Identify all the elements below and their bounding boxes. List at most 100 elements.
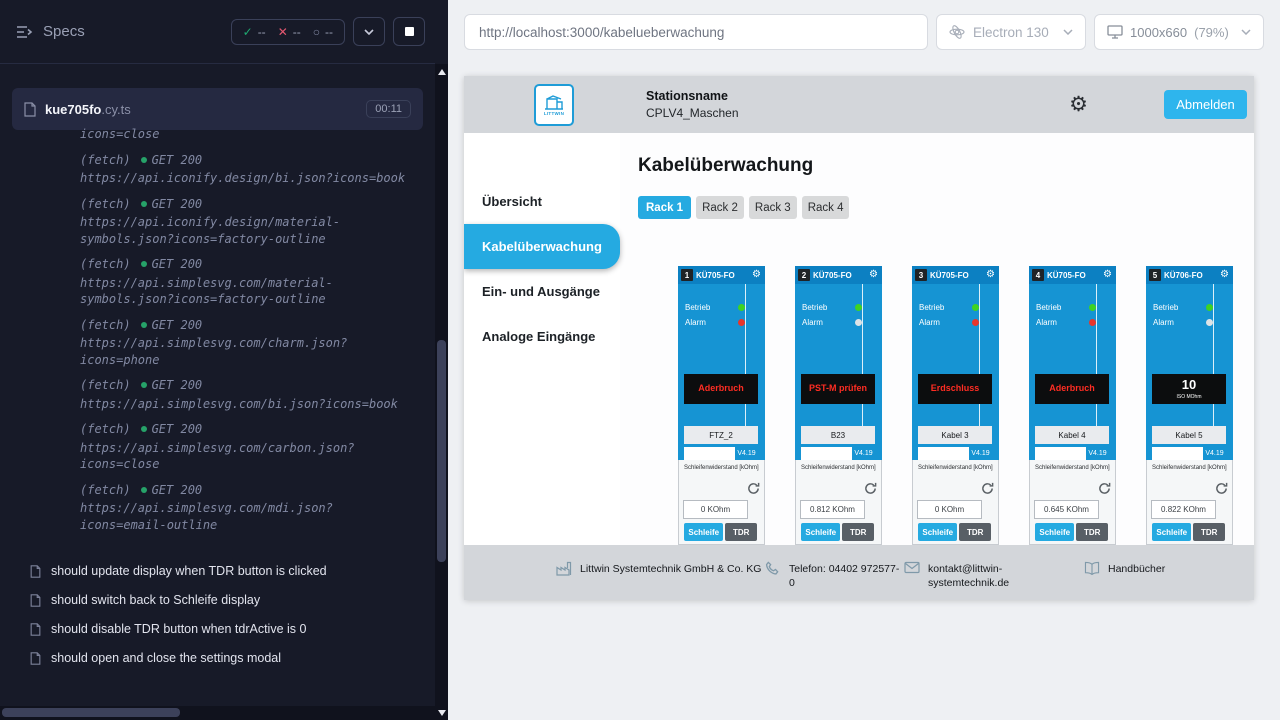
alarm-label: Alarm (919, 318, 940, 327)
sidebar-item-kabel-berwachung[interactable]: Kabelüberwachung (464, 224, 620, 269)
test-title: should switch back to Schleife display (51, 593, 260, 607)
firmware-version: V4.19 (735, 447, 758, 460)
sidebar-item-ein-und-ausg-nge[interactable]: Ein- und Ausgänge (464, 269, 620, 314)
tdr-button[interactable]: TDR (725, 523, 757, 541)
status-unit: ISO MOhm (1176, 394, 1201, 400)
runner-horizontal-scrollbar[interactable] (0, 706, 435, 720)
url-bar[interactable]: http://localhost:3000/kabelueberwachung (464, 14, 928, 50)
refresh-icon[interactable] (1215, 482, 1228, 495)
version-row: V4.19 (801, 447, 875, 460)
test-doc-icon (30, 623, 41, 639)
viewport-size: 1000x660 (1130, 25, 1187, 40)
device-card-1: 1KÜ705-FO⚙BetriebAlarmAderbruchFTZ_2V4.1… (678, 266, 765, 545)
status-display: Aderbruch (684, 374, 758, 404)
device-card-header: 2KÜ705-FO⚙ (795, 266, 882, 284)
measurement-panel: Schleifenwiderstand [kOhm]0 KOhmSchleife… (912, 460, 999, 545)
schleife-button[interactable]: Schleife (684, 523, 723, 541)
scroll-up-arrow-icon[interactable] (438, 69, 446, 75)
test-item[interactable]: should update display when TDR button is… (0, 558, 435, 587)
tdr-button[interactable]: TDR (959, 523, 991, 541)
status-ok-dot-icon (141, 261, 147, 267)
device-settings-gear-icon[interactable]: ⚙ (1220, 270, 1229, 280)
page-title: Kabelüberwachung (638, 155, 1254, 177)
status-display: Aderbruch (1035, 374, 1109, 404)
schleife-button[interactable]: Schleife (1035, 523, 1074, 541)
device-settings-gear-icon[interactable]: ⚙ (752, 270, 761, 280)
stop-button[interactable] (393, 17, 425, 46)
card-button-row: SchleifeTDR (801, 523, 874, 541)
measurement-panel: Schleifenwiderstand [kOhm]0.822 KOhmSchl… (1146, 460, 1233, 545)
settings-gear-icon[interactable]: ⚙ (1069, 94, 1088, 115)
viewport-icon (1107, 25, 1123, 39)
refresh-icon[interactable] (981, 482, 994, 495)
app-main: Kabelüberwachung Rack 1Rack 2Rack 3Rack … (620, 133, 1254, 545)
tab-rack-3[interactable]: Rack 3 (749, 196, 797, 219)
alarm-indicator: Alarm (802, 318, 862, 327)
device-settings-gear-icon[interactable]: ⚙ (869, 270, 878, 280)
browser-selector[interactable]: Electron 130 (936, 14, 1086, 50)
display-window (1152, 447, 1203, 460)
chevron-down-icon (1063, 29, 1073, 35)
network-log-entry: (fetch)GET 200https://api.simplesvg.com/… (80, 317, 426, 369)
test-item[interactable]: should disable TDR button when tdrActive… (0, 616, 435, 645)
device-card-4: 4KÜ705-FO⚙BetriebAlarmAderbruchKabel 4V4… (1029, 266, 1116, 545)
panel-divider (1213, 284, 1214, 426)
tdr-button[interactable]: TDR (1193, 523, 1225, 541)
horizontal-scroll-thumb[interactable] (2, 708, 180, 717)
scroll-down-arrow-icon[interactable] (438, 710, 446, 716)
collapse-button[interactable] (353, 17, 385, 46)
schleife-button[interactable]: Schleife (918, 523, 957, 541)
device-card-5: 5KÜ706-FO⚙BetriebAlarm10ISO MOhmKabel 5V… (1146, 266, 1233, 545)
viewport-selector[interactable]: 1000x660 (79%) (1094, 14, 1264, 50)
fetch-label: (fetch) (80, 196, 131, 213)
tab-rack-1[interactable]: Rack 1 (638, 196, 691, 219)
refresh-icon[interactable] (1098, 482, 1111, 495)
tab-rack-4[interactable]: Rack 4 (802, 196, 850, 219)
betrieb-label: Betrieb (802, 303, 827, 312)
chevron-down-icon (364, 29, 374, 35)
measurement-value: 0.822 KOhm (1151, 500, 1216, 519)
status-ok-dot-icon (141, 382, 147, 388)
firmware-version: V4.19 (1086, 447, 1109, 460)
tdr-button[interactable]: TDR (842, 523, 874, 541)
command-log: icons=close (fetch)GET 200https://api.ic… (0, 126, 426, 558)
display-window (801, 447, 852, 460)
specs-menu-button[interactable]: Specs (16, 23, 85, 40)
tab-rack-2[interactable]: Rack 2 (696, 196, 744, 219)
log-continuation: icons=close (80, 126, 426, 143)
footer-item-factory: Littwin Systemtechnik GmbH & Co. KG (556, 562, 765, 600)
betrieb-label: Betrieb (1153, 303, 1178, 312)
spec-header[interactable]: kue705fo.cy.ts 00:11 (12, 88, 423, 130)
specs-label: Specs (43, 23, 85, 40)
card-button-row: SchleifeTDR (918, 523, 991, 541)
schleife-button[interactable]: Schleife (1152, 523, 1191, 541)
firmware-version: V4.19 (1203, 447, 1226, 460)
url-text: http://localhost:3000/kabelueberwachung (479, 25, 724, 40)
test-item[interactable]: should open and close the settings modal (0, 645, 435, 674)
measurement-value: 0 KOhm (683, 500, 748, 519)
pending-icon: ○ (313, 25, 320, 39)
device-card-header: 5KÜ706-FO⚙ (1146, 266, 1233, 284)
betrieb-led (972, 304, 979, 311)
passed-count: -- (258, 25, 266, 39)
logout-button[interactable]: Abmelden (1164, 90, 1247, 119)
device-settings-gear-icon[interactable]: ⚙ (986, 270, 995, 280)
schleife-button[interactable]: Schleife (801, 523, 840, 541)
test-item[interactable]: should switch back to Schleife display (0, 587, 435, 616)
status-text: PST-M prüfen (809, 384, 867, 394)
sidebar-item-analoge-eing-nge[interactable]: Analoge Eingänge (464, 314, 620, 359)
vertical-scroll-thumb[interactable] (437, 340, 446, 562)
measurement-value: 0.645 KOhm (1034, 500, 1099, 519)
http-status: GET 200 (152, 377, 203, 394)
betrieb-indicator: Betrieb (1036, 303, 1096, 312)
slot-number-badge: 4 (1032, 269, 1044, 281)
sidebar-item-bersicht[interactable]: Übersicht (464, 179, 620, 224)
tdr-button[interactable]: TDR (1076, 523, 1108, 541)
device-settings-gear-icon[interactable]: ⚙ (1103, 270, 1112, 280)
littwin-logo: LITTWIN (534, 84, 574, 126)
refresh-icon[interactable] (864, 482, 877, 495)
refresh-icon[interactable] (747, 482, 760, 495)
runner-vertical-scrollbar[interactable] (435, 64, 448, 720)
spec-extension: .cy.ts (101, 102, 130, 117)
request-url: https://api.simplesvg.com/mdi.json?icons… (80, 500, 410, 533)
